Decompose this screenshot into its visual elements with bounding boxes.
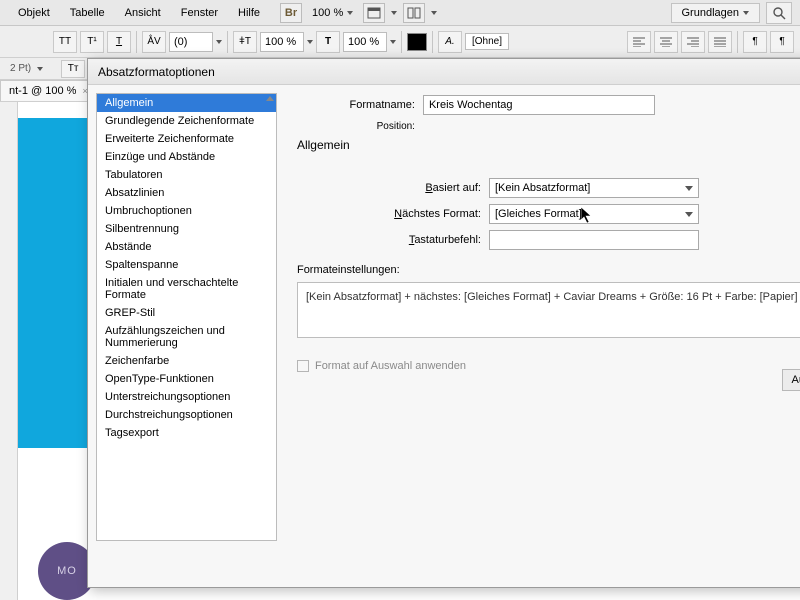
zoom-field[interactable]: 100 % bbox=[312, 7, 353, 19]
kerning-field[interactable]: (0) bbox=[169, 32, 222, 52]
category-row[interactable]: Tabulatoren bbox=[97, 166, 276, 184]
zoom-value: 100 % bbox=[312, 7, 343, 19]
category-row[interactable]: Erweiterte Zeichenformate bbox=[97, 130, 276, 148]
vscale-icon[interactable]: ǂT bbox=[233, 31, 257, 53]
formatname-input[interactable] bbox=[423, 95, 655, 115]
align-center-icon[interactable] bbox=[654, 31, 678, 53]
chevron-down-icon bbox=[685, 186, 693, 191]
indent-left-icon[interactable]: ¶ bbox=[743, 31, 767, 53]
category-row[interactable]: Umbruchoptionen bbox=[97, 202, 276, 220]
menubar: Objekt Tabelle Ansicht Fenster Hilfe Br … bbox=[0, 0, 800, 26]
screen-mode-icon[interactable] bbox=[363, 3, 385, 23]
hscale-field[interactable]: 100 % bbox=[343, 32, 396, 52]
chevron-down-icon bbox=[431, 11, 437, 15]
kerning-icon[interactable]: A̐V bbox=[142, 31, 166, 53]
category-row[interactable]: Abstände bbox=[97, 238, 276, 256]
apply-to-selection-row[interactable]: Format auf Auswahl anwenden bbox=[297, 360, 800, 372]
vscale-field[interactable]: 100 % bbox=[260, 32, 313, 52]
menu-objekt[interactable]: Objekt bbox=[8, 3, 60, 23]
menu-tabelle[interactable]: Tabelle bbox=[60, 3, 115, 23]
align-justify-icon[interactable] bbox=[708, 31, 732, 53]
menu-ansicht[interactable]: Ansicht bbox=[115, 3, 171, 23]
fill-swatch[interactable] bbox=[407, 33, 427, 51]
document-tab[interactable]: nt-1 @ 100 % × bbox=[0, 80, 97, 101]
category-listbox[interactable]: AllgemeinGrundlegende ZeichenformateErwe… bbox=[96, 93, 277, 541]
align-right-icon[interactable] bbox=[681, 31, 705, 53]
align-left-icon[interactable] bbox=[627, 31, 651, 53]
menu-hilfe[interactable]: Hilfe bbox=[228, 3, 270, 23]
chevron-down-icon bbox=[743, 11, 749, 15]
document-tab-label: nt-1 @ 100 % bbox=[9, 85, 76, 97]
options-panel: Formatname: Position: Allgemein Basiert … bbox=[281, 85, 800, 587]
arrange-icon[interactable] bbox=[403, 3, 425, 23]
category-row[interactable]: Silbentrennung bbox=[97, 220, 276, 238]
charstyle-field[interactable]: [Ohne] bbox=[465, 33, 509, 50]
bridge-icon[interactable]: Br bbox=[280, 3, 302, 23]
chevron-down-icon bbox=[685, 212, 693, 217]
scroll-up-icon[interactable] bbox=[266, 96, 274, 101]
formatname-label: Formatname: bbox=[293, 99, 423, 111]
category-row[interactable]: Unterstreichungsoptionen bbox=[97, 388, 276, 406]
indent-right-icon[interactable]: ¶ bbox=[770, 31, 794, 53]
apply-to-selection-label: Format auf Auswahl anwenden bbox=[315, 360, 466, 372]
position-label: Position: bbox=[293, 121, 423, 132]
chevron-down-icon bbox=[347, 11, 353, 15]
category-row[interactable]: OpenType-Funktionen bbox=[97, 370, 276, 388]
category-row[interactable]: GREP-Stil bbox=[97, 304, 276, 322]
basedon-combo[interactable]: [Kein Absatzformat] bbox=[489, 178, 699, 198]
settings-summary: [Kein Absatzformat] + nächstes: [Gleiche… bbox=[297, 282, 800, 338]
category-row[interactable]: Aufzählungszeichen und Nummerierung bbox=[97, 322, 276, 352]
mouse-cursor-icon bbox=[581, 207, 592, 223]
category-row[interactable]: Grundlegende Zeichenformate bbox=[97, 112, 276, 130]
category-row[interactable]: Absatzlinien bbox=[97, 184, 276, 202]
category-row[interactable]: Einzüge und Abstände bbox=[97, 148, 276, 166]
nextstyle-combo[interactable]: [Gleiches Format] bbox=[489, 204, 699, 224]
category-row[interactable]: Durchstreichungsoptionen bbox=[97, 406, 276, 424]
hscale-icon[interactable]: T bbox=[316, 31, 340, 53]
smallcaps-icon[interactable]: Tᴛ bbox=[61, 60, 85, 78]
category-row[interactable]: Zeichenfarbe bbox=[97, 352, 276, 370]
control-panel: TT T¹ T A̐V (0) ǂT 100 % T 100 % A. [Ohn… bbox=[0, 26, 800, 58]
nextstyle-label: Nächstes Format: bbox=[293, 208, 489, 220]
superscript-icon[interactable]: T¹ bbox=[80, 31, 104, 53]
category-row[interactable]: Spaltenspanne bbox=[97, 256, 276, 274]
category-row[interactable]: Tagsexport bbox=[97, 424, 276, 442]
workspace-name: Grundlagen bbox=[682, 7, 740, 19]
menu-fenster[interactable]: Fenster bbox=[171, 3, 228, 23]
paragraph-style-options-dialog: Absatzformatoptionen AllgemeinGrundlegen… bbox=[87, 58, 800, 588]
search-button[interactable] bbox=[766, 2, 792, 24]
category-row[interactable]: Allgemein bbox=[97, 94, 276, 112]
dialog-title: Absatzformatoptionen bbox=[88, 59, 800, 85]
checkbox-icon[interactable] bbox=[297, 360, 309, 372]
charstyle-icon[interactable]: A. bbox=[438, 31, 462, 53]
reset-to-base-button[interactable]: Auf bbox=[782, 369, 800, 391]
settings-label: Formateinstellungen: bbox=[297, 264, 800, 276]
underline-icon[interactable]: T bbox=[107, 31, 131, 53]
workspace-switcher[interactable]: Grundlagen bbox=[671, 3, 761, 23]
category-row[interactable]: Initialen und verschachtelte Formate bbox=[97, 274, 276, 304]
chevron-down-icon bbox=[391, 11, 397, 15]
shortcut-input[interactable] bbox=[489, 230, 699, 250]
category-sidebar: AllgemeinGrundlegende ZeichenformateErwe… bbox=[88, 85, 281, 587]
allcaps-icon[interactable]: TT bbox=[53, 31, 77, 53]
ruler-vertical bbox=[0, 102, 18, 600]
basedon-label: Basiert auf: bbox=[293, 182, 489, 194]
section-header: Allgemein bbox=[297, 138, 800, 152]
shortcut-label: Tastaturbefehl: bbox=[293, 234, 489, 246]
